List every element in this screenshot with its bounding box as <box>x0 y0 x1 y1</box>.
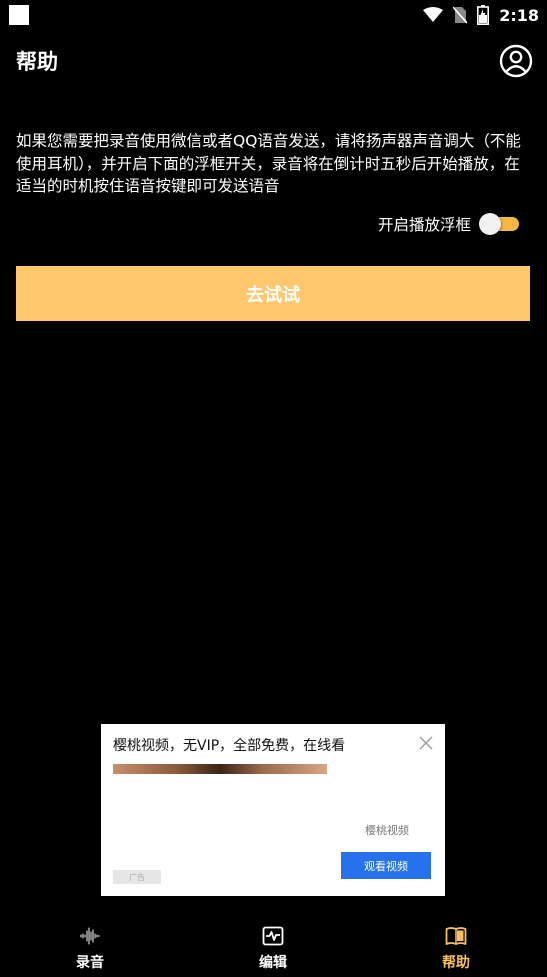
notification-icon <box>9 5 29 25</box>
status-bar: 2:18 <box>0 0 547 30</box>
help-description: 如果您需要把录音使用微信或者QQ语音发送，请将扬声器声音调大（不能使用耳机），并… <box>16 132 521 195</box>
wifi-icon <box>423 7 444 22</box>
waveform-icon <box>80 927 100 945</box>
ad-brand: 樱桃视频 <box>365 824 409 837</box>
nav-item-help[interactable]: 帮助 <box>406 914 506 977</box>
toggle-label: 开启播放浮框 <box>377 216 471 234</box>
pulse-chart-icon <box>262 926 284 946</box>
toggle-knob <box>479 213 501 235</box>
bottom-nav: 录音 编辑 帮助 <box>0 914 547 977</box>
ad-banner[interactable]: 樱桃视频，无VIP，全部免费，在线看 樱桃视频 观看视频 广告 <box>101 724 445 896</box>
ad-image <box>113 764 327 774</box>
clock: 2:18 <box>499 5 539 25</box>
book-icon <box>445 927 467 945</box>
nav-label-help: 帮助 <box>442 955 470 971</box>
no-sim-icon <box>453 6 468 24</box>
app-header: 帮助 <box>0 40 547 82</box>
nav-item-edit[interactable]: 编辑 <box>223 914 323 977</box>
ad-badge: 广告 <box>113 870 161 884</box>
ad-title: 樱桃视频，无VIP，全部免费，在线看 <box>113 738 346 754</box>
floating-window-toggle[interactable] <box>479 210 519 238</box>
battery-icon <box>477 5 490 25</box>
try-button[interactable]: 去试试 <box>16 266 530 321</box>
user-profile-icon[interactable] <box>499 44 533 78</box>
close-icon[interactable] <box>419 736 433 750</box>
floating-window-toggle-row: 开启播放浮框 <box>378 210 519 238</box>
status-icons: 2:18 <box>423 4 539 26</box>
nav-item-record[interactable]: 录音 <box>40 914 140 977</box>
nav-label-record: 录音 <box>76 955 104 971</box>
page-title: 帮助 <box>16 50 58 74</box>
nav-label-edit: 编辑 <box>259 955 287 971</box>
ad-watch-button[interactable]: 观看视频 <box>341 852 431 879</box>
